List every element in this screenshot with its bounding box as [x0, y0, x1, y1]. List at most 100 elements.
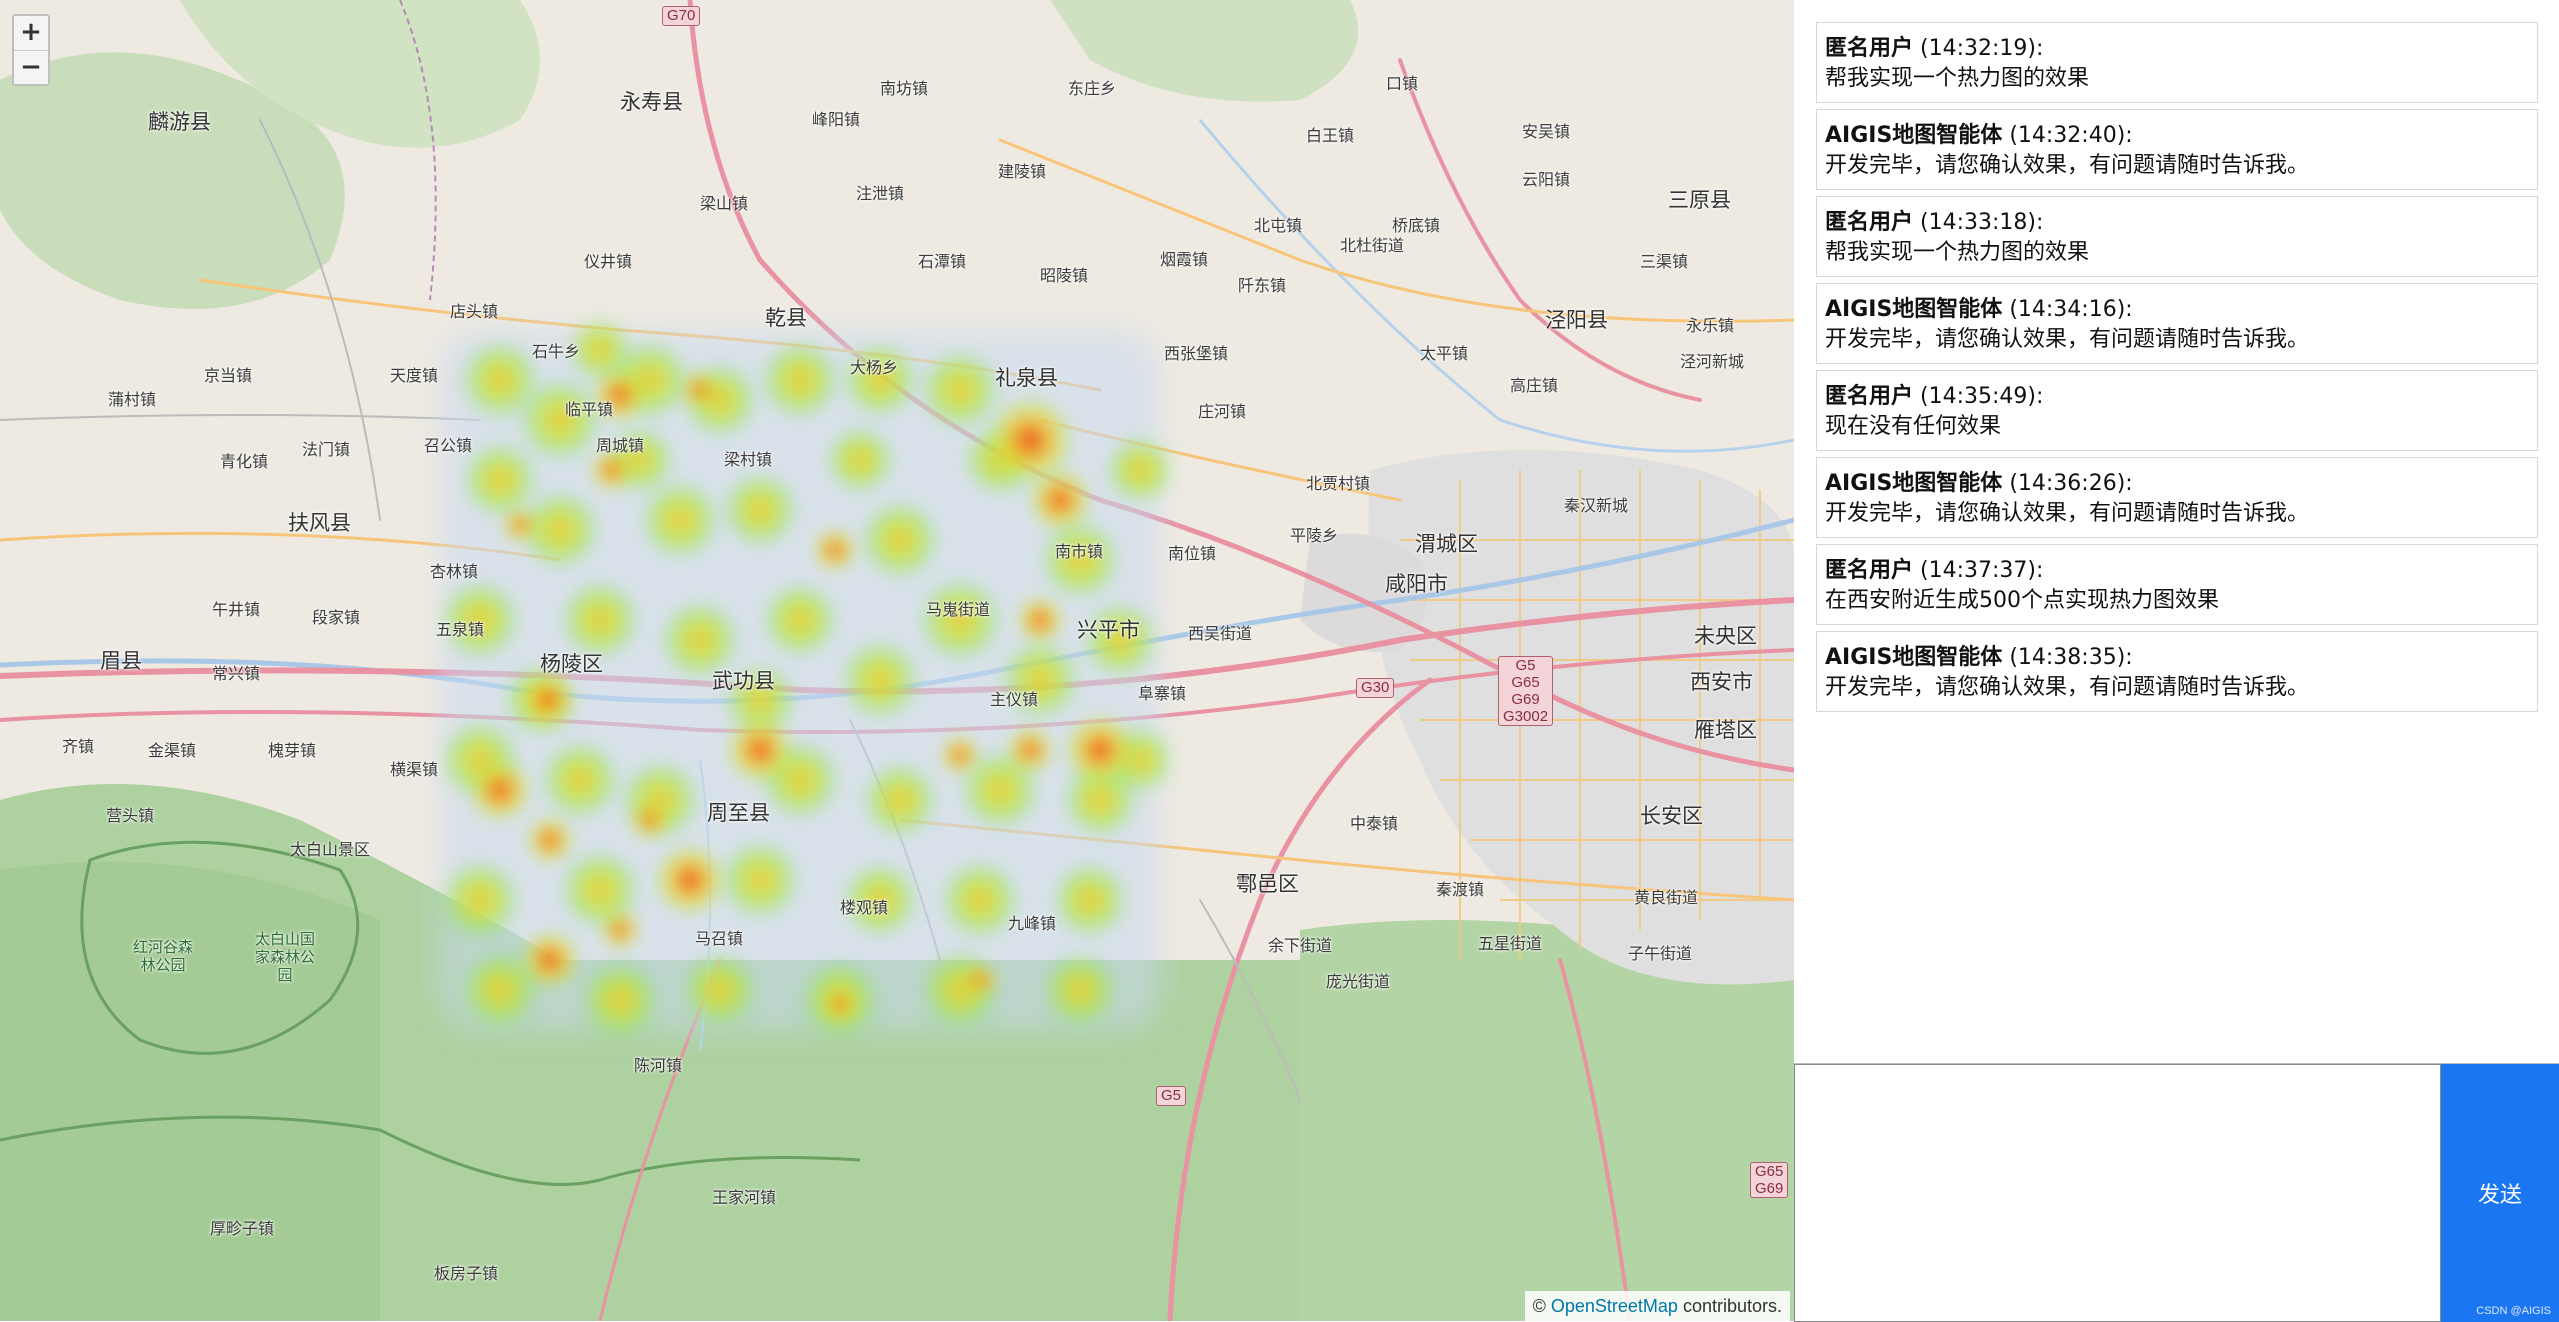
- map-label: 五星街道: [1478, 934, 1543, 953]
- map-label: 营头镇: [106, 806, 155, 825]
- map-label: 麟游县: [148, 110, 211, 134]
- attribution-suffix: contributors.: [1682, 1296, 1782, 1316]
- zoom-out-button[interactable]: −: [14, 50, 48, 84]
- map-label: 太平镇: [1420, 344, 1469, 363]
- park-label: 红河谷森林公园: [132, 938, 193, 974]
- map-label: 中泰镇: [1350, 814, 1399, 833]
- map-label: 天度镇: [390, 366, 439, 385]
- zoom-in-button[interactable]: +: [14, 16, 48, 50]
- map-label: 杏林镇: [430, 562, 479, 581]
- map-label: 烟霞镇: [1160, 250, 1209, 269]
- map-label: 石牛乡: [532, 342, 581, 361]
- map-label: 王家河镇: [712, 1188, 777, 1207]
- chat-message: 匿名用户 (14:32:19): 帮我实现一个热力图的效果: [1816, 22, 2538, 103]
- map-label: 白王镇: [1306, 126, 1355, 145]
- message-sender: AIGIS地图智能体: [1825, 123, 2003, 148]
- map-label: 秦渡镇: [1436, 880, 1485, 899]
- map-label: 九峰镇: [1008, 914, 1057, 933]
- message-input[interactable]: [1794, 1064, 2441, 1322]
- map-label: 南市镇: [1055, 542, 1104, 561]
- chat-message: 匿名用户 (14:33:18): 帮我实现一个热力图的效果: [1816, 196, 2538, 277]
- map-label: 仪井镇: [584, 252, 633, 271]
- message-time: (14:33:18):: [1920, 210, 2044, 235]
- map-label: 北贾村镇: [1306, 474, 1371, 493]
- message-sender: 匿名用户: [1825, 384, 1914, 409]
- message-text: 开发完毕，请您确认效果，有问题请随时告诉我。: [1825, 327, 2310, 352]
- zoom-control: + −: [12, 14, 50, 86]
- map-label: 渭城区: [1415, 532, 1478, 556]
- map-label: 梁山镇: [700, 194, 749, 213]
- map-label: 横渠镇: [390, 760, 439, 779]
- map-label: 庄河镇: [1198, 402, 1247, 421]
- map-label: 槐芽镇: [268, 741, 317, 760]
- message-time: (14:37:37):: [1920, 558, 2044, 583]
- map-label: 北杜街道: [1340, 236, 1405, 255]
- chat-input-bar: 发送 CSDN @AIGIS: [1794, 1063, 2559, 1322]
- map-label: 泾阳县: [1545, 308, 1608, 332]
- map-label: 周至县: [707, 801, 770, 825]
- map-label: 云阳镇: [1522, 170, 1571, 189]
- message-time: (14:32:40):: [2009, 123, 2133, 148]
- park-label: 太白山国家森林公园: [254, 930, 315, 984]
- map-label: 咸阳市: [1385, 572, 1448, 596]
- chat-history[interactable]: 匿名用户 (14:32:19): 帮我实现一个热力图的效果 AIGIS地图智能体…: [1794, 0, 2559, 1063]
- map-label: 梁村镇: [724, 450, 773, 469]
- map-label: 齐镇: [62, 737, 95, 756]
- watermark: CSDN @AIGIS: [2476, 1305, 2551, 1317]
- map-label: 未央区: [1694, 624, 1757, 648]
- map-label: 北屯镇: [1254, 216, 1303, 235]
- message-sender: 匿名用户: [1825, 558, 1914, 583]
- map-label: 兴平市: [1077, 618, 1140, 642]
- map-view[interactable]: 永寿县 麟游县 乾县 礼泉县 扶风县 眉县 杨陵区 武功县 兴平市 周至县 咸阳…: [0, 0, 1794, 1321]
- highway-shield: G5: [1156, 1086, 1187, 1106]
- map-label: 马召镇: [695, 929, 744, 948]
- message-text: 帮我实现一个热力图的效果: [1825, 66, 2090, 91]
- map-label: 庞光街道: [1326, 972, 1391, 991]
- map-label: 西张堡镇: [1164, 344, 1229, 363]
- map-label: 阡东镇: [1238, 276, 1287, 295]
- map-label: 注泄镇: [856, 184, 905, 203]
- map-label: 板房子镇: [434, 1264, 499, 1283]
- map-label: 永乐镇: [1686, 316, 1735, 335]
- map-label: 礼泉县: [995, 366, 1058, 390]
- map-label: 青化镇: [220, 452, 269, 471]
- chat-message: 匿名用户 (14:37:37): 在西安附近生成500个点实现热力图效果: [1816, 544, 2538, 625]
- map-label: 安吴镇: [1522, 122, 1571, 141]
- map-label: 马嵬街道: [926, 600, 991, 619]
- map-label: 召公镇: [424, 436, 473, 455]
- openstreetmap-link[interactable]: OpenStreetMap: [1551, 1296, 1678, 1316]
- chat-message: AIGIS地图智能体 (14:36:26): 开发完毕，请您确认效果，有问题请随…: [1816, 457, 2538, 538]
- map-label: 蒲村镇: [108, 390, 157, 409]
- message-time: (14:38:35):: [2009, 645, 2133, 670]
- map-label: 京当镇: [204, 366, 253, 385]
- map-label: 太白山景区: [290, 840, 371, 859]
- map-label: 秦汉新城: [1564, 496, 1629, 515]
- message-text: 现在没有任何效果: [1825, 414, 2002, 439]
- map-label: 口镇: [1386, 74, 1419, 93]
- map-label: 武功县: [712, 669, 775, 693]
- map-label: 乾县: [765, 306, 807, 330]
- chat-message: 匿名用户 (14:35:49): 现在没有任何效果: [1816, 370, 2538, 451]
- highway-shield: G70: [662, 6, 701, 26]
- map-label: 楼观镇: [840, 898, 889, 917]
- map-label: 店头镇: [450, 302, 499, 321]
- map-label: 午井镇: [212, 600, 261, 619]
- map-label: 鄠邑区: [1236, 872, 1299, 896]
- map-label: 黄良街道: [1634, 888, 1699, 907]
- map-label: 陈河镇: [634, 1056, 683, 1075]
- map-label: 东庄乡: [1068, 79, 1117, 98]
- message-sender: AIGIS地图智能体: [1825, 297, 2003, 322]
- highway-shield: G5 G65 G69 G3002: [1498, 656, 1554, 726]
- highway-shield: G65 G69: [1750, 1162, 1789, 1198]
- message-time: (14:35:49):: [1920, 384, 2044, 409]
- map-label: 大杨乡: [850, 358, 899, 377]
- send-button[interactable]: 发送: [2441, 1064, 2559, 1322]
- map-label: 金渠镇: [148, 741, 197, 760]
- map-label: 西吴街道: [1188, 624, 1253, 643]
- message-text: 在西安附近生成500个点实现热力图效果: [1825, 588, 2219, 613]
- map-label: 子午街道: [1628, 944, 1693, 963]
- map-label: 南位镇: [1168, 544, 1217, 563]
- map-label: 眉县: [100, 649, 142, 673]
- map-label: 常兴镇: [212, 664, 261, 683]
- message-sender: AIGIS地图智能体: [1825, 645, 2003, 670]
